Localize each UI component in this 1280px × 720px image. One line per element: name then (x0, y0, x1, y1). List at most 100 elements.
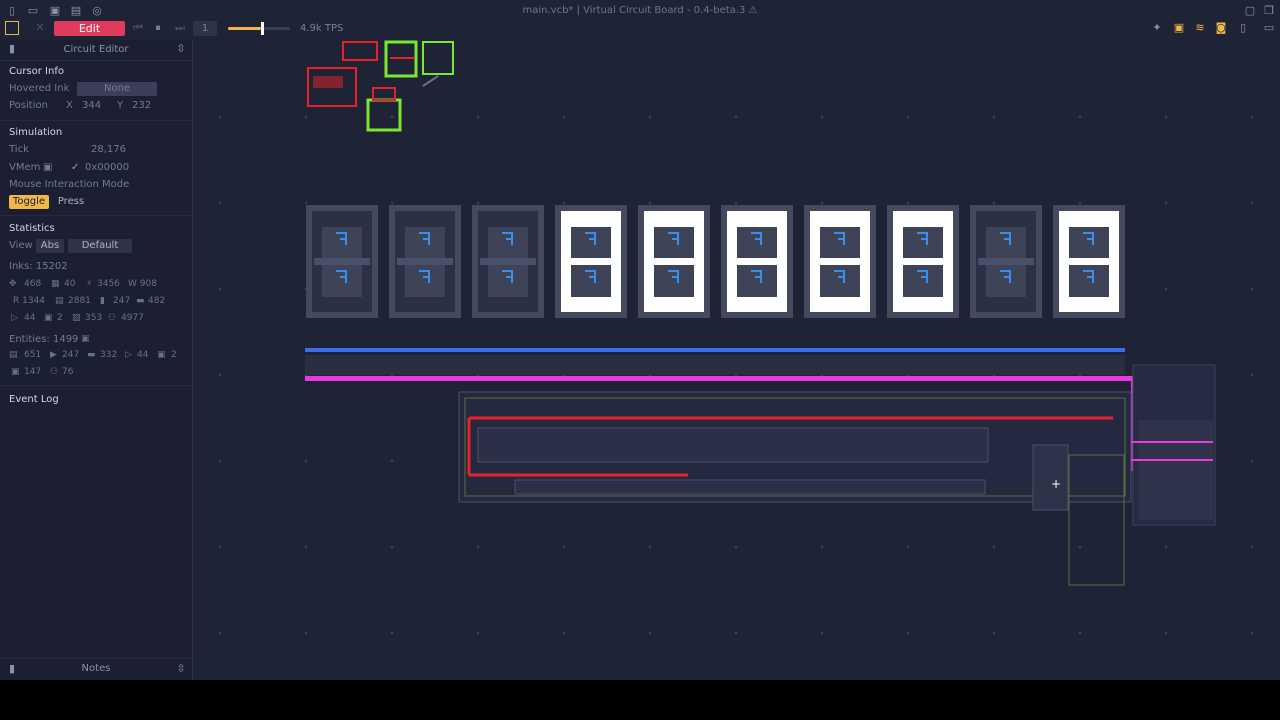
vmem-value: 0x00000 (85, 162, 130, 173)
entity-stat: 332 (100, 350, 118, 360)
app-window: ▯ ▭ ▣ ▤ ◎ main.vcb* | Virtual Circuit Bo… (0, 0, 1280, 680)
y-value: 232 (132, 100, 152, 111)
x-label: X (66, 100, 73, 111)
panel-icon[interactable]: ▯ (1236, 21, 1250, 35)
entity-stat-icon: ▣ (157, 350, 166, 360)
circuit-drawing: + (305, 40, 1216, 586)
fullscreen-icon[interactable]: ▭ (1262, 21, 1276, 35)
ink-stat: W 908 (128, 279, 157, 289)
speed-slider[interactable] (228, 22, 290, 35)
entity-stat-icon: ▤ (9, 350, 18, 360)
screen-bottom-bar (0, 680, 1280, 720)
ink-stat: 353 (85, 313, 103, 323)
crosshair-cursor: + (1051, 477, 1061, 491)
circuit-canvas[interactable]: + (193, 40, 1280, 680)
seven-segment-displays (306, 205, 1125, 318)
cursor-info-title: Cursor Info (9, 66, 64, 77)
y-label: Y (117, 100, 124, 111)
inks-count: Inks: 15202 (9, 261, 68, 272)
window-title: main.vcb* | Virtual Circuit Board - 0.4-… (522, 5, 758, 16)
simulation-title: Simulation (9, 127, 63, 138)
speed-slider-knob[interactable] (260, 22, 264, 35)
entity-stat: 2 (171, 350, 177, 360)
entity-stat: 247 (62, 350, 80, 360)
ink-stat: 468 (24, 279, 42, 289)
ink-stat-icon: ▤ (55, 296, 64, 306)
press-mode-button[interactable]: Press (53, 195, 89, 209)
divider (0, 658, 192, 659)
ink-stat: 44 (24, 313, 36, 323)
mouse-mode-label: Mouse Interaction Mode (9, 179, 130, 190)
restore-icon[interactable]: ❐ (1262, 4, 1276, 18)
filter-icon[interactable]: ◙ (1214, 21, 1228, 35)
info-icon: ▣ (81, 334, 90, 344)
wand-icon[interactable]: ✦ (1150, 21, 1164, 35)
divider (0, 215, 192, 216)
ink-stat-icon: ▦ (51, 279, 60, 289)
tick-step-input[interactable]: 1 (193, 21, 217, 36)
ink-stat: 4977 (121, 313, 144, 323)
divider (0, 60, 192, 61)
entity-stat-icon: ▷ (125, 350, 132, 360)
segment-middle (812, 258, 868, 265)
ink-stat-icon: ▣ (44, 313, 53, 323)
ink-stat: 40 (64, 279, 76, 289)
toggle-mode-button[interactable]: Toggle (9, 195, 49, 209)
layers-icon[interactable]: ≋ (1193, 21, 1207, 35)
tps-readout: 4.9k TPS (300, 23, 344, 34)
resize-icon[interactable]: ⇳ (174, 662, 188, 676)
ink-stat-icon: ▨ (72, 313, 81, 323)
divider (0, 385, 192, 386)
vmem-label: VMem (9, 162, 41, 173)
tick-label: Tick (9, 144, 29, 155)
ink-stat-icon: ▬ (136, 296, 145, 306)
segment-middle (895, 258, 951, 265)
divider (0, 120, 192, 121)
segment-middle (978, 258, 1034, 265)
step-back-icon[interactable]: ⏮ (131, 21, 145, 35)
entity-stat-icon: ▶ (50, 350, 57, 360)
ink-stat-icon: ⚇ (108, 313, 117, 323)
entity-stat-icon: ⚇ (50, 367, 59, 377)
ink-stat-icon: ⚡ (86, 279, 93, 289)
tick-value: 28,176 (91, 144, 126, 155)
ink-stat: 482 (148, 296, 166, 306)
lock-icon[interactable]: ▣ (1172, 21, 1186, 35)
segment-middle (563, 258, 619, 265)
hovered-ink-label: Hovered Ink (9, 83, 70, 94)
ink-stat-icon: ▷ (11, 313, 18, 323)
entity-stat: 651 (24, 350, 42, 360)
statistics-title: Statistics (9, 223, 55, 234)
edit-mode-button[interactable]: Edit (54, 21, 125, 36)
resize-icon[interactable]: ⇳ (174, 42, 188, 56)
segment-middle (646, 258, 702, 265)
ink-stat: 2 (57, 313, 63, 323)
simulate-icon[interactable]: ✕ (33, 21, 47, 35)
step-icon[interactable]: ⏭ (173, 21, 187, 35)
abs-view-button[interactable]: Abs (36, 239, 64, 253)
segment-middle (1061, 258, 1117, 265)
entity-stat: 76 (62, 367, 74, 377)
maximize-icon[interactable]: ▢ (1243, 4, 1257, 18)
top-toolbar: ▯ ▭ ▣ ▤ ◎ main.vcb* | Virtual Circuit Bo… (0, 0, 1280, 40)
view-label: View (9, 240, 33, 251)
notes-title[interactable]: Notes (0, 660, 192, 678)
circuit-fragment-top (307, 40, 454, 132)
segment-middle (397, 258, 453, 265)
ink-stat-icon: ✥ (9, 279, 17, 289)
sidebar-title: Circuit Editor (63, 44, 129, 55)
ink-stat: R 1344 (13, 296, 46, 306)
hovered-ink-value: None (77, 82, 157, 96)
segment-middle (314, 258, 370, 265)
pause-icon[interactable]: ⏸ (151, 21, 165, 35)
ink-stat: 247 (113, 296, 131, 306)
default-view-button[interactable]: Default (68, 239, 132, 253)
board-layer-icon[interactable] (5, 21, 19, 35)
ink-stat: 2881 (68, 296, 91, 306)
check-icon: ✓ (71, 162, 80, 173)
x-value: 344 (82, 100, 102, 111)
logic-block (458, 364, 1216, 586)
event-log-title[interactable]: Event Log (9, 394, 59, 405)
entity-stat: 147 (24, 367, 42, 377)
segment-middle (480, 258, 536, 265)
